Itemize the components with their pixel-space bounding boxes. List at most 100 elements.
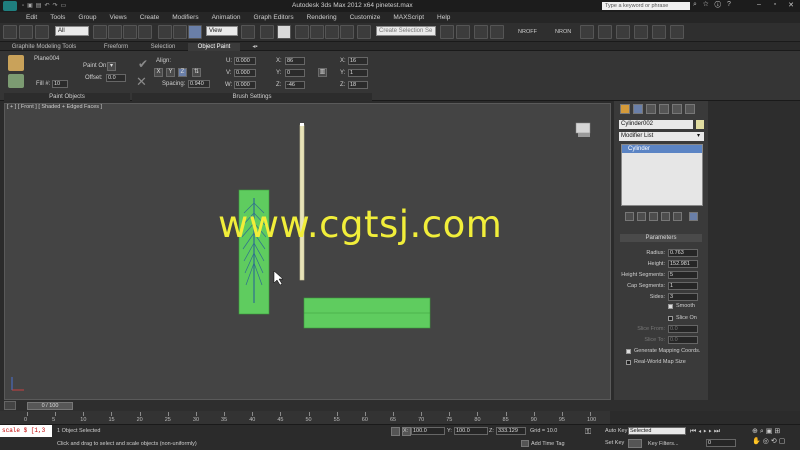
group-brush-settings[interactable]: Brush Settings — [132, 93, 372, 101]
menu-graph-editors[interactable]: Graph Editors — [254, 14, 294, 21]
align-axis-y[interactable]: Y — [166, 68, 175, 77]
display-tab-icon[interactable] — [672, 104, 682, 114]
object-color-swatch[interactable] — [696, 120, 704, 129]
lock-selection-icon[interactable] — [391, 427, 400, 436]
modifier-list-dropdown[interactable]: Modifier List — [619, 132, 704, 141]
tab-freeform[interactable]: Freeform — [98, 43, 134, 51]
paint-object-icon[interactable] — [8, 74, 24, 88]
quick-access-icons[interactable]: ▫▣▤↶↷▭ — [22, 2, 100, 9]
slice-from-spinner[interactable]: 0.0 — [668, 325, 698, 333]
modify-tab-icon[interactable] — [633, 104, 643, 114]
paint-brush-icon[interactable] — [8, 55, 24, 71]
generate-mapping-checkbox[interactable] — [626, 349, 631, 354]
group-paint-objects[interactable]: Paint Objects — [4, 93, 130, 101]
rot-y-spinner[interactable]: 0 — [285, 69, 305, 77]
paint-on-dropdown-icon[interactable]: ▾ — [107, 62, 116, 71]
menu-help[interactable]: Help — [437, 14, 450, 21]
link-icon[interactable] — [35, 25, 49, 39]
configure-modifier-sets-icon[interactable] — [673, 212, 682, 221]
render-setup-icon[interactable] — [616, 25, 630, 39]
utilities-tab-icon[interactable] — [685, 104, 695, 114]
radius-spinner[interactable]: 0.763 — [668, 249, 698, 257]
rect-region-icon[interactable] — [123, 25, 137, 39]
menu-views[interactable]: Views — [109, 14, 126, 21]
coord-z-field[interactable]: 333.129 — [496, 427, 526, 435]
add-time-tag[interactable]: Add Time Tag — [531, 441, 565, 447]
select-object-icon[interactable] — [93, 25, 107, 39]
menu-maxscript[interactable]: MAXScript — [393, 14, 424, 21]
sides-spinner[interactable]: 3 — [668, 293, 698, 301]
menu-create[interactable]: Create — [140, 14, 160, 21]
redo-icon[interactable] — [19, 25, 33, 39]
u-spinner[interactable]: 0.000 — [234, 57, 256, 65]
create-tab-icon[interactable] — [620, 104, 630, 114]
align-axis-z[interactable]: Z — [178, 68, 187, 77]
viewport-nav-icons[interactable]: ⊕⌕▣⊞ ✋◎⟲▢ — [752, 427, 798, 447]
scale-x-spinner[interactable]: 16 — [348, 57, 368, 65]
parameters-rollout-header[interactable]: Parameters — [620, 234, 702, 242]
make-unique-icon[interactable] — [649, 212, 658, 221]
stack-item-cylinder[interactable]: Cylinder — [622, 145, 702, 153]
named-selection-dropdown[interactable]: Create Selection Se — [376, 26, 436, 36]
menu-animation[interactable]: Animation — [212, 14, 241, 21]
menu-group[interactable]: Group — [78, 14, 96, 21]
key-mode-dropdown[interactable]: Selected — [628, 427, 686, 435]
scale-y-spinner[interactable]: 1 — [348, 69, 368, 77]
app-logo-icon[interactable] — [3, 1, 17, 11]
rotate-icon[interactable] — [173, 25, 187, 39]
reference-coord-dropdown[interactable]: View — [206, 26, 238, 36]
playback-controls[interactable]: ⏮◂▸▸⏭ — [690, 427, 750, 436]
scale-z-spinner[interactable]: 18 — [348, 81, 368, 89]
height-segments-spinner[interactable]: 5 — [668, 271, 698, 279]
key-filters-button[interactable]: Key Filters... — [648, 441, 679, 447]
set-key-toggle-icon[interactable] — [628, 439, 642, 448]
coord-y-field[interactable]: 100.0 — [454, 427, 488, 435]
graphite-toggle-icon[interactable] — [490, 25, 504, 39]
current-frame-field[interactable]: 0 — [706, 439, 736, 447]
teapot-icon[interactable] — [670, 25, 684, 39]
select-manipulate-icon[interactable] — [260, 25, 274, 39]
hierarchy-tab-icon[interactable] — [646, 104, 656, 114]
menu-rendering[interactable]: Rendering — [307, 14, 337, 21]
pick-object-icon[interactable]: ✔ — [138, 57, 152, 71]
material-editor-icon[interactable] — [598, 25, 612, 39]
time-config-icon[interactable] — [4, 401, 16, 410]
search-input[interactable]: Type a keyword or phrase — [602, 2, 690, 10]
move-icon[interactable] — [158, 25, 172, 39]
schematic-view-icon[interactable] — [580, 25, 594, 39]
tab-graphite-modeling-tools[interactable]: Graphite Modeling Tools — [4, 43, 84, 51]
edit-named-selection-icon[interactable] — [357, 25, 371, 39]
close-button[interactable]: ✕ — [784, 1, 798, 10]
rendered-frame-icon[interactable] — [634, 25, 648, 39]
help-icons[interactable]: ⌕ ☆ ⓘ ? — [693, 1, 743, 10]
maxscript-listener[interactable]: scale $ [1,3 — [0, 425, 52, 437]
object-name-field[interactable]: Cylinder002 — [619, 120, 693, 129]
time-tag-icon[interactable] — [521, 440, 529, 447]
scale-icon[interactable] — [188, 25, 202, 39]
spacing-spinner[interactable]: 0.940 — [188, 80, 210, 88]
time-slider[interactable]: 0 / 100 — [27, 402, 73, 410]
scale-lock-icon[interactable]: ▥ — [318, 68, 327, 77]
remove-modifier-icon[interactable] — [661, 212, 670, 221]
pivot-center-icon[interactable] — [241, 25, 255, 39]
slice-on-checkbox[interactable] — [668, 316, 673, 321]
height-spinner[interactable]: 152.981 — [668, 260, 698, 268]
cap-segments-spinner[interactable]: 1 — [668, 282, 698, 290]
selection-filter-dropdown[interactable]: All — [55, 26, 89, 36]
window-crossing-icon[interactable] — [138, 25, 152, 39]
menu-edit[interactable]: Edit — [26, 14, 37, 21]
align-icon[interactable] — [456, 25, 470, 39]
keyboard-shortcut-icon[interactable] — [277, 25, 291, 39]
cancel-paint-icon[interactable]: ✕ — [136, 74, 150, 89]
coord-x-field[interactable]: 100.0 — [411, 427, 445, 435]
modifier-list-chevron-icon[interactable]: ▾ — [697, 133, 704, 140]
nron-label[interactable]: NRON — [555, 29, 571, 35]
rot-z-spinner[interactable]: -46 — [285, 81, 305, 89]
motion-tab-icon[interactable] — [659, 104, 669, 114]
smooth-checkbox[interactable] — [668, 304, 673, 309]
auto-key-button[interactable]: Auto Key — [605, 428, 627, 434]
menu-tools[interactable]: Tools — [50, 14, 65, 21]
real-world-map-checkbox[interactable] — [626, 360, 631, 365]
show-end-result-icon[interactable] — [637, 212, 646, 221]
undo-icon[interactable] — [3, 25, 17, 39]
